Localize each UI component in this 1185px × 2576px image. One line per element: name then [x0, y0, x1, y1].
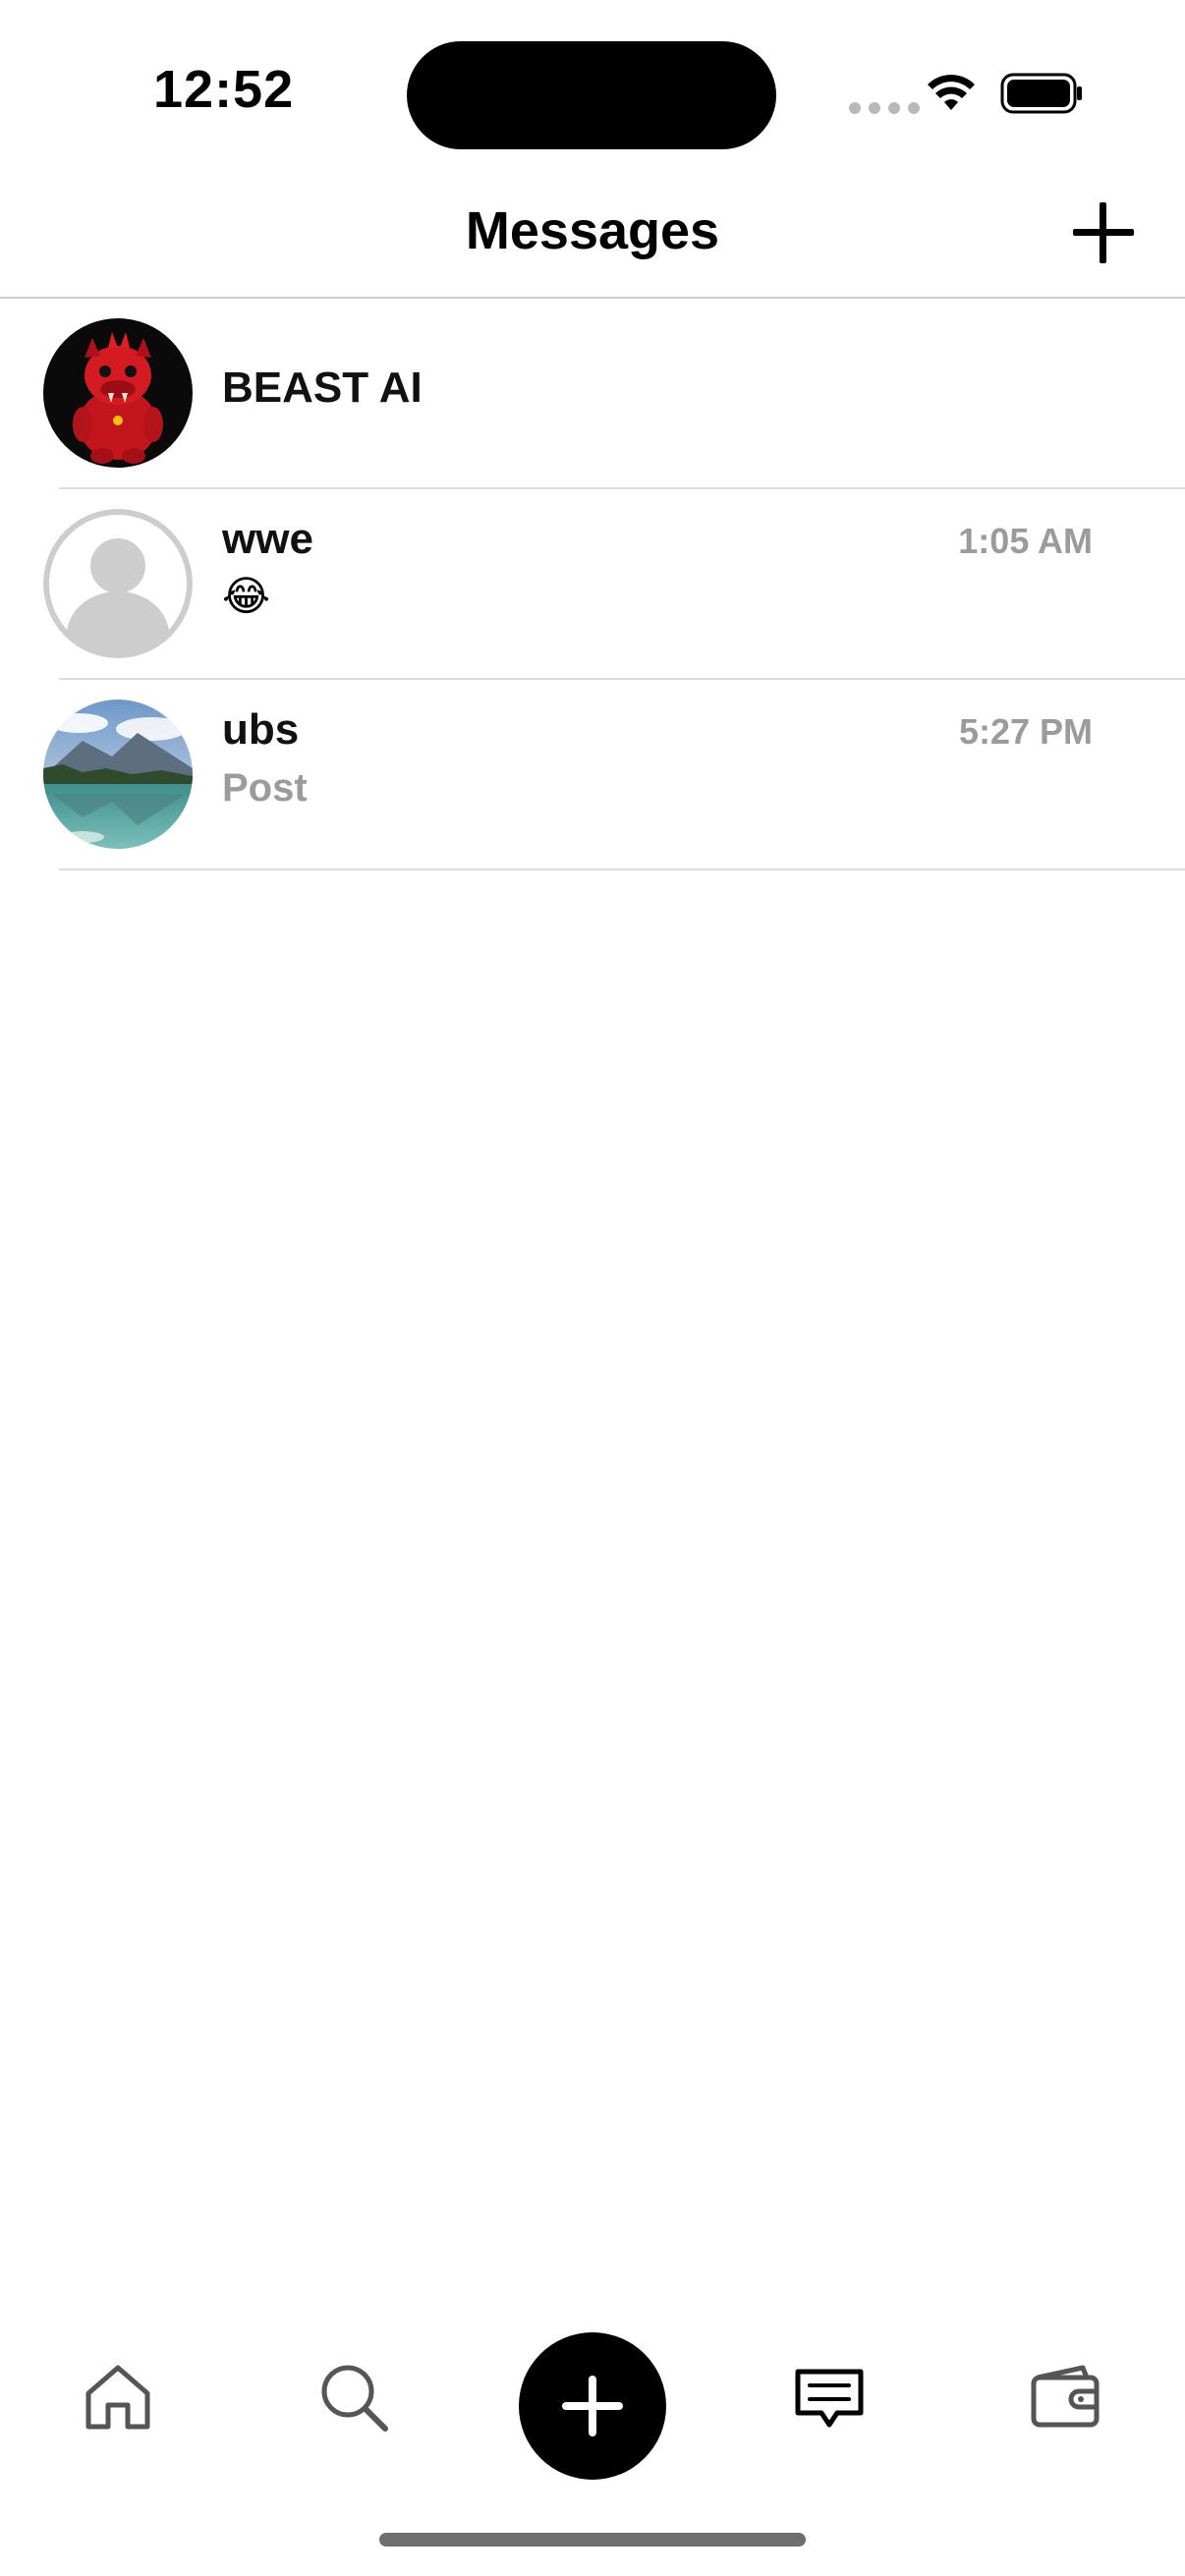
messages-icon[interactable] [790, 2358, 869, 2436]
conversation-name: wwe [222, 515, 313, 563]
avatar [43, 700, 193, 849]
conversation-item-wwe[interactable]: wwe 1:05 AM 😂 [0, 489, 1185, 680]
create-plus-button[interactable] [519, 2332, 666, 2480]
conversation-name: BEAST AI [222, 364, 423, 412]
conversation-name: ubs [222, 705, 300, 754]
cellular-signal-icon [849, 102, 920, 114]
plus-icon [562, 2376, 623, 2436]
wifi-icon [928, 75, 975, 110]
red-plush-monster-avatar-image [43, 318, 193, 468]
conversation-time: 5:27 PM [958, 711, 1093, 752]
home-icon[interactable] [79, 2358, 157, 2436]
battery-icon [1000, 73, 1082, 114]
conversation-item-ubs[interactable]: ubs 5:27 PM Post [0, 680, 1185, 870]
avatar [43, 509, 193, 658]
status-time: 12:52 [153, 60, 295, 119]
conversation-item-beast-ai[interactable]: BEAST AI [0, 299, 1185, 489]
dynamic-island [407, 41, 776, 149]
tab-bar [0, 2319, 1185, 2495]
status-bar: 12:52 [0, 0, 1185, 177]
row-divider [59, 868, 1185, 870]
new-message-plus-icon[interactable] [1069, 198, 1138, 267]
conversation-preview: Post [222, 766, 308, 810]
nav-header: Messages [0, 177, 1185, 299]
avatar [43, 318, 193, 468]
conversation-time: 1:05 AM [958, 521, 1093, 561]
home-indicator [379, 2533, 806, 2547]
default-person-avatar-icon [43, 509, 193, 658]
wallet-icon[interactable] [1026, 2358, 1104, 2436]
page-title: Messages [465, 201, 720, 260]
search-icon[interactable] [314, 2358, 393, 2436]
conversation-preview: 😂 [222, 573, 271, 619]
conversation-list: BEAST AI wwe 1:05 AM 😂 ubs 5:27 PM Post [0, 299, 1185, 870]
mountain-lake-avatar-image [43, 700, 193, 849]
